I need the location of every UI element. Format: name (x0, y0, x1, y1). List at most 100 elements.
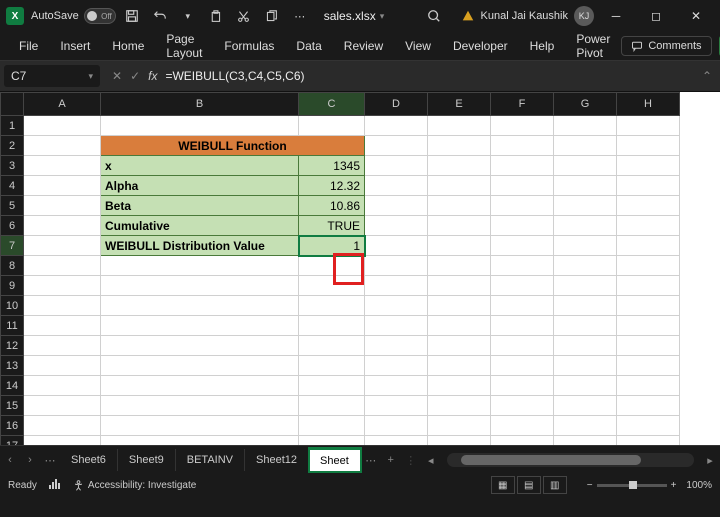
cell-F12[interactable] (491, 336, 554, 356)
ribbon-tab-file[interactable]: File (8, 35, 49, 57)
cell-G16[interactable] (554, 416, 617, 436)
cell-E17[interactable] (428, 436, 491, 446)
cell-F4[interactable] (491, 176, 554, 196)
row-header-9[interactable]: 9 (1, 276, 24, 296)
cell-C11[interactable] (299, 316, 365, 336)
maximize-button[interactable]: ◻ (638, 2, 674, 30)
cell-B1[interactable] (101, 116, 299, 136)
cell-E15[interactable] (428, 396, 491, 416)
cell-D13[interactable] (365, 356, 428, 376)
sheet-tab-sheet6[interactable]: Sheet6 (60, 449, 118, 471)
cell-C7[interactable]: 1 (299, 236, 365, 256)
column-header-G[interactable]: G (554, 93, 617, 116)
cell-D12[interactable] (365, 336, 428, 356)
cell-G15[interactable] (554, 396, 617, 416)
cell-H12[interactable] (617, 336, 680, 356)
row-header-17[interactable]: 17 (1, 436, 24, 446)
cell-D3[interactable] (365, 156, 428, 176)
cell-B11[interactable] (101, 316, 299, 336)
cell-A1[interactable] (24, 116, 101, 136)
column-header-F[interactable]: F (491, 93, 554, 116)
cell-B5[interactable]: Beta (101, 196, 299, 216)
cell-F10[interactable] (491, 296, 554, 316)
cell-B15[interactable] (101, 396, 299, 416)
cell-D14[interactable] (365, 376, 428, 396)
cell-D5[interactable] (365, 196, 428, 216)
cell-E2[interactable] (428, 136, 491, 156)
cell-G3[interactable] (554, 156, 617, 176)
select-all-corner[interactable] (1, 93, 24, 116)
cell-F16[interactable] (491, 416, 554, 436)
fx-icon[interactable]: fx (148, 69, 157, 83)
sheet-tab-sheet12[interactable]: Sheet12 (245, 449, 309, 471)
cell-B14[interactable] (101, 376, 299, 396)
filename[interactable]: sales.xlsx ▾ (324, 9, 385, 23)
cell-E10[interactable] (428, 296, 491, 316)
cell-B16[interactable] (101, 416, 299, 436)
ribbon-tab-home[interactable]: Home (101, 35, 155, 57)
cell-F15[interactable] (491, 396, 554, 416)
horizontal-scrollbar[interactable] (447, 453, 694, 467)
cell-C15[interactable] (299, 396, 365, 416)
cell-C4[interactable]: 12.32 (299, 176, 365, 196)
cell-C14[interactable] (299, 376, 365, 396)
undo-icon[interactable] (148, 4, 172, 28)
cell-F5[interactable] (491, 196, 554, 216)
cell-C17[interactable] (299, 436, 365, 446)
page-break-view-icon[interactable]: ▥ (543, 476, 567, 494)
cell-E9[interactable] (428, 276, 491, 296)
cell-D8[interactable] (365, 256, 428, 276)
cell-H13[interactable] (617, 356, 680, 376)
cell-F7[interactable] (491, 236, 554, 256)
cell-H16[interactable] (617, 416, 680, 436)
tab-next-icon[interactable]: › (20, 454, 40, 466)
cell-A5[interactable] (24, 196, 101, 216)
row-header-11[interactable]: 11 (1, 316, 24, 336)
cell-H10[interactable] (617, 296, 680, 316)
copy-icon[interactable] (260, 4, 284, 28)
cell-B17[interactable] (101, 436, 299, 446)
cell-H2[interactable] (617, 136, 680, 156)
cell-A7[interactable] (24, 236, 101, 256)
cell-A3[interactable] (24, 156, 101, 176)
ribbon-tab-help[interactable]: Help (519, 35, 566, 57)
cell-A16[interactable] (24, 416, 101, 436)
cell-A8[interactable] (24, 256, 101, 276)
row-header-6[interactable]: 6 (1, 216, 24, 236)
page-layout-view-icon[interactable]: ▤ (517, 476, 541, 494)
cell-H15[interactable] (617, 396, 680, 416)
cell-D7[interactable] (365, 236, 428, 256)
cell-C16[interactable] (299, 416, 365, 436)
cell-A11[interactable] (24, 316, 101, 336)
cell-D9[interactable] (365, 276, 428, 296)
cell-F8[interactable] (491, 256, 554, 276)
cell-A9[interactable] (24, 276, 101, 296)
cell-E1[interactable] (428, 116, 491, 136)
cell-A17[interactable] (24, 436, 101, 446)
zoom-slider[interactable] (597, 484, 667, 487)
cell-G5[interactable] (554, 196, 617, 216)
cell-B7[interactable]: WEIBULL Distribution Value (101, 236, 299, 256)
spreadsheet-grid[interactable]: ABCDEFGH12WEIBULL Function3x13454Alpha12… (0, 92, 720, 445)
zoom-level[interactable]: 100% (686, 480, 712, 491)
column-header-B[interactable]: B (101, 93, 299, 116)
cell-G17[interactable] (554, 436, 617, 446)
cell-E3[interactable] (428, 156, 491, 176)
row-header-13[interactable]: 13 (1, 356, 24, 376)
comments-button[interactable]: Comments (621, 36, 711, 56)
cell-E7[interactable] (428, 236, 491, 256)
row-header-14[interactable]: 14 (1, 376, 24, 396)
cell-C13[interactable] (299, 356, 365, 376)
ribbon-tab-power-pivot[interactable]: Power Pivot (565, 28, 621, 64)
ribbon-tab-developer[interactable]: Developer (442, 35, 519, 57)
cell-D6[interactable] (365, 216, 428, 236)
accessibility-status[interactable]: Accessibility: Investigate (73, 480, 196, 491)
cell-H11[interactable] (617, 316, 680, 336)
cell-C8[interactable] (299, 256, 365, 276)
cell-F9[interactable] (491, 276, 554, 296)
cell-G7[interactable] (554, 236, 617, 256)
cell-G1[interactable] (554, 116, 617, 136)
cell-F14[interactable] (491, 376, 554, 396)
cell-F13[interactable] (491, 356, 554, 376)
cell-E14[interactable] (428, 376, 491, 396)
